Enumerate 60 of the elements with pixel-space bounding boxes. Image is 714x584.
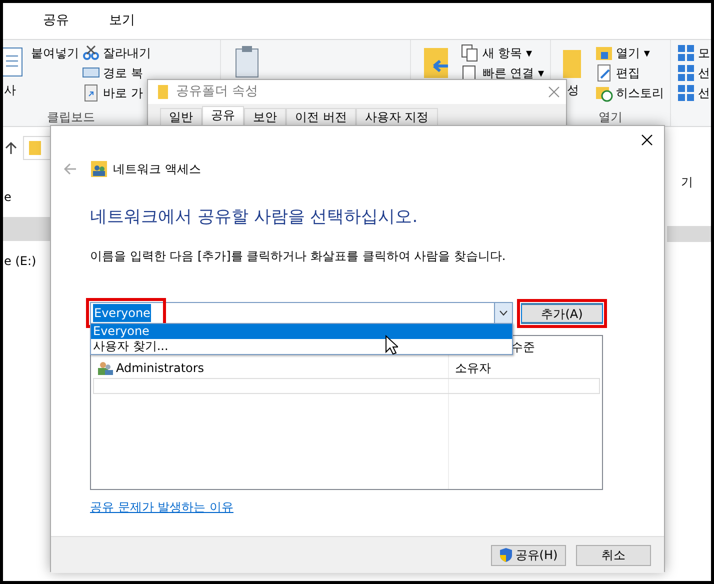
scissors-icon — [82, 44, 100, 62]
ribbon-command[interactable]: 빠른 연결 ▾ — [461, 64, 544, 82]
ribbon-command[interactable]: 히스토리 — [595, 84, 664, 102]
ribbon-command[interactable]: 선 — [677, 64, 710, 82]
column-header[interactable]: 기 — [667, 173, 711, 191]
grid-icon — [677, 84, 695, 102]
tab[interactable]: 이전 버전 — [286, 108, 356, 126]
ribbon-tab[interactable]: 보기 — [89, 11, 155, 31]
help-link[interactable]: 공유 문제가 발생하는 이유 — [90, 498, 234, 516]
ribbon-command[interactable]: 편집 — [595, 64, 664, 82]
users-icon — [97, 360, 113, 374]
selected-row[interactable] — [667, 226, 711, 242]
tab[interactable]: 보안 — [244, 108, 286, 126]
ribbon-command[interactable]: 선 — [677, 84, 710, 102]
folder-icon — [595, 44, 613, 62]
ribbon-command[interactable]: 경로 복 — [82, 64, 151, 82]
new-item-icon — [461, 44, 480, 62]
dialog-title: 네트워크 액세스 — [113, 161, 201, 178]
group-label: 열기 — [598, 110, 622, 126]
tab[interactable]: 사용자 지정 — [356, 108, 438, 126]
ribbon-command[interactable]: 모 — [677, 44, 710, 62]
ribbon-command[interactable]: 새 항목 ▾ — [461, 44, 544, 62]
ribbon-command[interactable]: 잘라내기 — [82, 44, 151, 62]
close-icon[interactable] — [641, 134, 653, 146]
shield-icon — [499, 547, 514, 563]
sidebar-item[interactable] — [3, 217, 50, 241]
sidebar-item[interactable]: e (E:) — [3, 249, 36, 273]
heading: 네트워크에서 공유할 사람을 선택하십시오. — [90, 206, 419, 229]
ribbon-command-label[interactable]: 성 — [567, 81, 579, 99]
grid-icon — [677, 64, 695, 82]
ribbon-command-label[interactable]: 사 — [4, 81, 16, 99]
tab[interactable]: 일반 — [160, 108, 202, 126]
folder-icon — [28, 140, 42, 156]
ribbon-command[interactable]: 열기 ▾ — [595, 44, 664, 62]
add-button[interactable]: 추가(A) — [521, 302, 603, 324]
table-cell-text: 소유자 — [454, 360, 492, 376]
tab[interactable]: 공유 — [202, 106, 244, 126]
folder-icon — [158, 84, 168, 100]
ribbon-tab[interactable]: 공유 — [23, 11, 89, 31]
table-cell: Administrators — [91, 358, 449, 378]
instruction-text: 이름을 입력한 다음 [추가]를 클릭하거나 화살표를 클릭하여 사람을 찾습니다. — [90, 248, 507, 264]
sidebar-item[interactable]: e — [3, 185, 12, 209]
group-label: 클립보드 — [47, 110, 95, 126]
dropdown-option[interactable]: 사용자 찾기... — [91, 339, 512, 354]
ribbon-command-label[interactable]: 붙여넣기 — [31, 44, 79, 62]
dropdown-button[interactable] — [494, 302, 512, 324]
footer-button[interactable]: 공유(H) — [491, 544, 566, 566]
footer-button[interactable]: 취소 — [576, 544, 651, 566]
ribbon-command[interactable]: 바로 가 — [82, 84, 151, 102]
close-icon — [548, 86, 560, 98]
shortcut-icon — [82, 84, 100, 102]
window-title: 공유폴더 속성 — [176, 83, 258, 102]
up-arrow-icon — [5, 141, 17, 155]
edit-icon — [595, 64, 613, 82]
grid-icon — [677, 44, 695, 62]
people-icon — [91, 161, 107, 177]
back-arrow-icon[interactable] — [63, 163, 77, 175]
chevron-down-icon — [499, 310, 508, 316]
dropdown-option[interactable]: Everyone — [91, 324, 512, 339]
history-icon — [595, 84, 613, 102]
